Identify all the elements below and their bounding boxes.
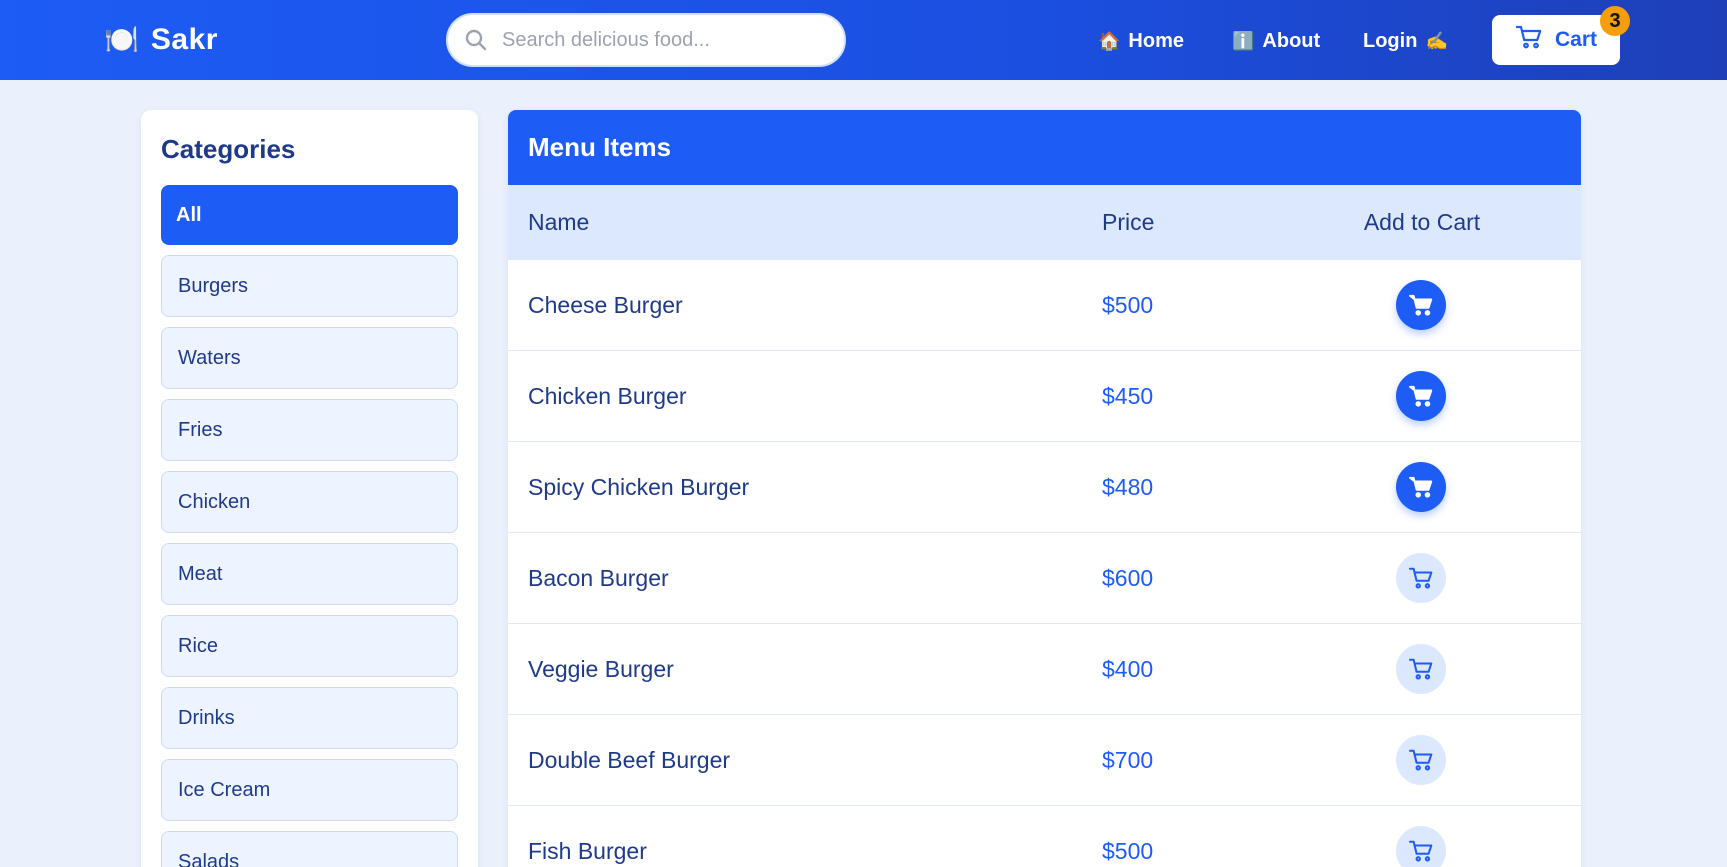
category-drinks[interactable]: Drinks (161, 687, 458, 749)
item-price: $600 (1102, 564, 1154, 591)
item-name: Cheese Burger (528, 291, 683, 318)
category-chicken[interactable]: Chicken (161, 471, 458, 533)
add-to-cart-button[interactable] (1396, 826, 1446, 867)
cart-icon (1408, 839, 1434, 863)
navbar: 🍽️ Sakr 🏠 Home ℹ️ About Login ✍️ Ca (0, 0, 1727, 80)
column-header-add-to-cart: Add to Cart (1363, 209, 1481, 235)
menu-panel: Menu Items Name Price Add to Cart Cheese… (508, 110, 1581, 867)
cart-icon (1408, 384, 1434, 408)
search-icon (464, 28, 488, 52)
item-price: $480 (1102, 473, 1154, 500)
menu-row: Spicy Chicken Burger $480 (508, 442, 1581, 533)
brand-name: Sakr (150, 23, 218, 56)
category-list: All Burgers Waters Fries Chicken Meat Ri… (161, 185, 458, 867)
brand-logo[interactable]: 🍽️ Sakr (104, 20, 218, 60)
cart-icon (1408, 293, 1434, 317)
info-icon: ℹ️ (1232, 30, 1255, 51)
item-price: $500 (1102, 837, 1154, 864)
nav-about-link[interactable]: ℹ️ About (1232, 26, 1320, 56)
menu-row: Chicken Burger $450 (508, 351, 1581, 442)
cart-icon (1515, 24, 1543, 56)
cart-icon (1408, 657, 1434, 681)
nav-about-label: About (1262, 29, 1321, 52)
add-to-cart-button[interactable] (1396, 644, 1446, 694)
category-salads[interactable]: Salads (161, 831, 458, 867)
menu-row: Bacon Burger $600 (508, 533, 1581, 624)
item-price: $700 (1102, 746, 1154, 773)
menu-title: Menu Items (508, 110, 1581, 185)
menu-row: Fish Burger $500 (508, 806, 1581, 867)
item-name: Spicy Chicken Burger (528, 473, 750, 500)
category-waters[interactable]: Waters (161, 327, 458, 389)
nav-home-label: Home (1128, 29, 1184, 52)
nav-login-link[interactable]: Login ✍️ (1363, 26, 1448, 56)
add-to-cart-button[interactable] (1396, 371, 1446, 421)
add-to-cart-button[interactable] (1396, 280, 1446, 330)
sidebar-title: Categories (161, 134, 296, 164)
item-name: Bacon Burger (528, 564, 669, 591)
add-to-cart-button[interactable] (1396, 462, 1446, 512)
column-header-price: Price (1102, 209, 1155, 235)
writing-hand-icon: ✍️ (1425, 30, 1448, 51)
category-meat[interactable]: Meat (161, 543, 458, 605)
menu-row: Double Beef Burger $700 (508, 715, 1581, 806)
category-fries[interactable]: Fries (161, 399, 458, 461)
category-all[interactable]: All (161, 185, 458, 245)
category-burgers[interactable]: Burgers (161, 255, 458, 317)
item-price: $450 (1102, 382, 1154, 409)
item-price: $500 (1102, 291, 1154, 318)
table-header: Name Price Add to Cart (508, 185, 1581, 260)
cart-icon (1408, 566, 1434, 590)
house-icon: 🏠 (1098, 30, 1121, 51)
nav-home-link[interactable]: 🏠 Home (1098, 26, 1184, 56)
search-bar (446, 13, 846, 67)
cart-count-badge: 3 (1600, 6, 1630, 36)
search-input[interactable] (502, 28, 832, 52)
item-name: Chicken Burger (528, 382, 687, 409)
cart-label: Cart (1554, 28, 1597, 51)
menu-row: Cheese Burger $500 (508, 260, 1581, 351)
add-to-cart-button[interactable] (1396, 735, 1446, 785)
item-name: Fish Burger (528, 837, 647, 864)
column-header-name: Name (528, 209, 590, 235)
categories-sidebar: Categories All Burgers Waters Fries Chic… (141, 110, 478, 867)
add-to-cart-button[interactable] (1396, 553, 1446, 603)
item-price: $400 (1102, 655, 1154, 682)
item-name: Double Beef Burger (528, 746, 731, 773)
menu-table-body: Cheese Burger $500 Chicken Burger $450 Spicy… (508, 260, 1581, 867)
cart-icon (1408, 748, 1434, 772)
cart-icon (1408, 475, 1434, 499)
item-name: Veggie Burger (528, 655, 674, 682)
category-ice-cream[interactable]: Ice Cream (161, 759, 458, 821)
plate-icon: 🍽️ (104, 24, 139, 55)
category-rice[interactable]: Rice (161, 615, 458, 677)
menu-row: Veggie Burger $400 (508, 624, 1581, 715)
nav-login-label: Login (1363, 29, 1418, 52)
